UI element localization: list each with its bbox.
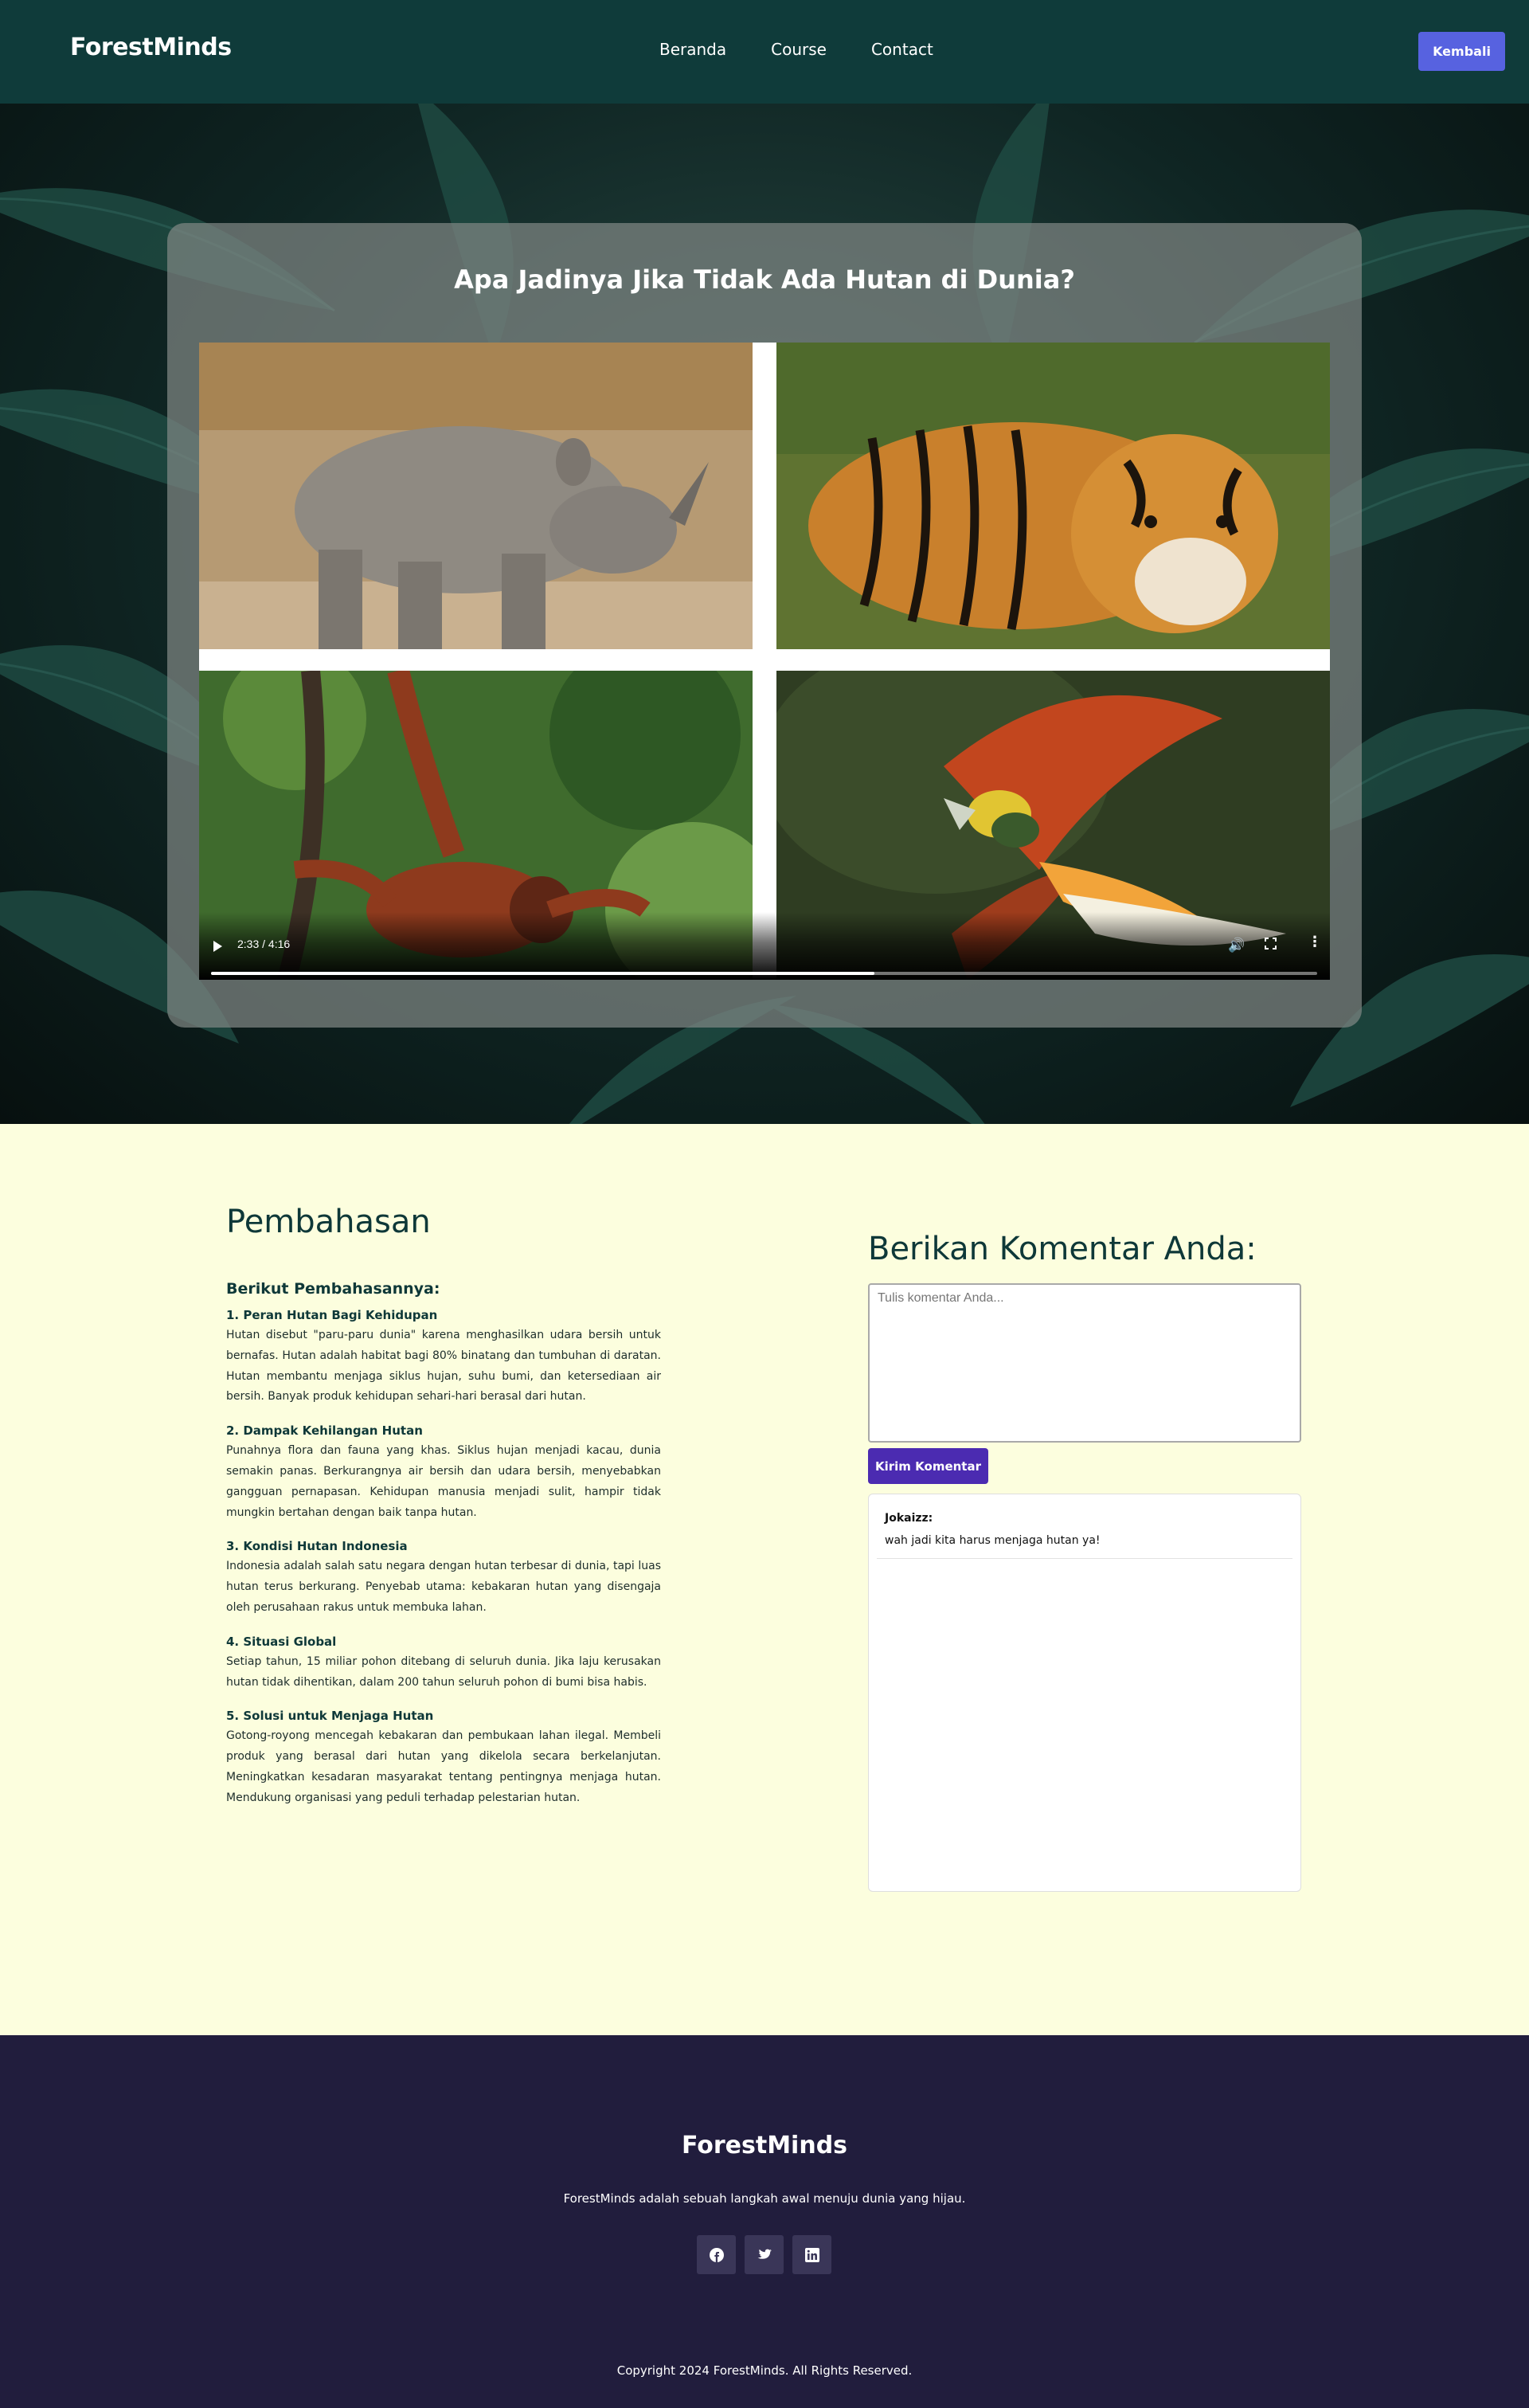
rhino-image xyxy=(199,343,753,649)
pembahasan-item-text: Gotong-royong mencegah kebakaran dan pem… xyxy=(226,1729,661,1804)
pembahasan-subtitle: Berikut Pembahasannya: xyxy=(226,1280,440,1298)
play-icon[interactable] xyxy=(213,941,222,952)
hero-section: Apa Jadinya Jika Tidak Ada Hutan di Duni… xyxy=(0,104,1529,1124)
pembahasan-item-heading: 3. Kondisi Hutan Indonesia xyxy=(226,1539,408,1554)
video-progress-fill xyxy=(211,972,875,975)
social-links xyxy=(697,2235,831,2274)
twitter-icon[interactable] xyxy=(745,2235,784,2274)
linkedin-icon[interactable] xyxy=(792,2235,831,2274)
pembahasan-item-heading: 1. Peran Hutan Bagi Kehidupan xyxy=(226,1308,438,1322)
footer-brand: ForestMinds xyxy=(681,2132,848,2159)
site-footer: ForestMinds ForestMinds adalah sebuah la… xyxy=(0,2035,1529,2408)
pembahasan-item: 4. Situasi Global Setiap tahun, 15 milia… xyxy=(226,1633,661,1693)
comment-author: Jokaizz: xyxy=(885,1512,933,1525)
pembahasan-item-text: Setiap tahun, 15 miliar pohon ditebang d… xyxy=(226,1654,661,1689)
nav-link-contact[interactable]: Contact xyxy=(871,40,933,59)
send-comment-button[interactable]: Kirim Komentar xyxy=(868,1448,988,1484)
comment-list: Jokaizz: wah jadi kita harus menjaga hut… xyxy=(868,1494,1301,1892)
nav-link-course[interactable]: Course xyxy=(771,40,827,59)
brand-logo[interactable]: ForestMinds xyxy=(70,33,232,61)
pembahasan-item-text: Indonesia adalah salah satu negara denga… xyxy=(226,1560,661,1614)
content-section: Pembahasan Berikut Pembahasannya: 1. Per… xyxy=(0,1124,1529,2035)
video-card: Apa Jadinya Jika Tidak Ada Hutan di Duni… xyxy=(167,223,1362,1028)
comment-item: Jokaizz: wah jadi kita harus menjaga hut… xyxy=(877,1504,1292,1559)
pembahasan-item-heading: 5. Solusi untuk Menjaga Hutan xyxy=(226,1709,434,1724)
volume-icon[interactable]: 🔊 xyxy=(1228,938,1245,953)
comment-title: Berikan Komentar Anda: xyxy=(868,1231,1257,1267)
footer-copyright: Copyright 2024 ForestMinds. All Rights R… xyxy=(616,2363,913,2378)
site-header: ForestMinds Beranda Course Contact Kemba… xyxy=(0,0,1529,104)
video-title: Apa Jadinya Jika Tidak Ada Hutan di Duni… xyxy=(454,264,1075,295)
comment-input[interactable] xyxy=(868,1283,1301,1443)
fullscreen-icon[interactable] xyxy=(1265,938,1277,949)
back-button[interactable]: Kembali xyxy=(1418,32,1505,71)
video-controls: 2:33 / 4:16 🔊 ⋮ xyxy=(199,912,1330,980)
pembahasan-item: 5. Solusi untuk Menjaga Hutan Gotong-roy… xyxy=(226,1707,661,1808)
pembahasan-item-text: Hutan disebut "paru-paru dunia" karena m… xyxy=(226,1329,661,1404)
comment-text: wah jadi kita harus menjaga hutan ya! xyxy=(885,1534,1101,1547)
video-time: 2:33 / 4:16 xyxy=(237,938,291,950)
video-progress-bar[interactable] xyxy=(211,972,1317,975)
pembahasan-item: 2. Dampak Kehilangan Hutan Punahnya flor… xyxy=(226,1422,661,1523)
pembahasan-item: 3. Kondisi Hutan Indonesia Indonesia ada… xyxy=(226,1537,661,1618)
pembahasan-item-heading: 2. Dampak Kehilangan Hutan xyxy=(226,1423,423,1439)
pembahasan-title: Pembahasan xyxy=(226,1204,431,1240)
pembahasan-item: 1. Peran Hutan Bagi Kehidupan Hutan dise… xyxy=(226,1306,661,1408)
more-options-icon[interactable]: ⋮ xyxy=(1308,935,1322,949)
footer-tagline: ForestMinds adalah sebuah langkah awal m… xyxy=(563,2191,966,2206)
pembahasan-list: 1. Peran Hutan Bagi Kehidupan Hutan dise… xyxy=(226,1306,661,1823)
nav-link-beranda[interactable]: Beranda xyxy=(659,40,726,59)
video-player[interactable]: 2:33 / 4:16 🔊 ⋮ xyxy=(199,343,1330,980)
tiger-image xyxy=(776,343,1330,649)
main-nav: Beranda Course Contact xyxy=(659,40,933,59)
pembahasan-item-heading: 4. Situasi Global xyxy=(226,1634,337,1649)
pembahasan-item-text: Punahnya flora dan fauna yang khas. Sikl… xyxy=(226,1444,661,1519)
facebook-icon[interactable] xyxy=(697,2235,736,2274)
